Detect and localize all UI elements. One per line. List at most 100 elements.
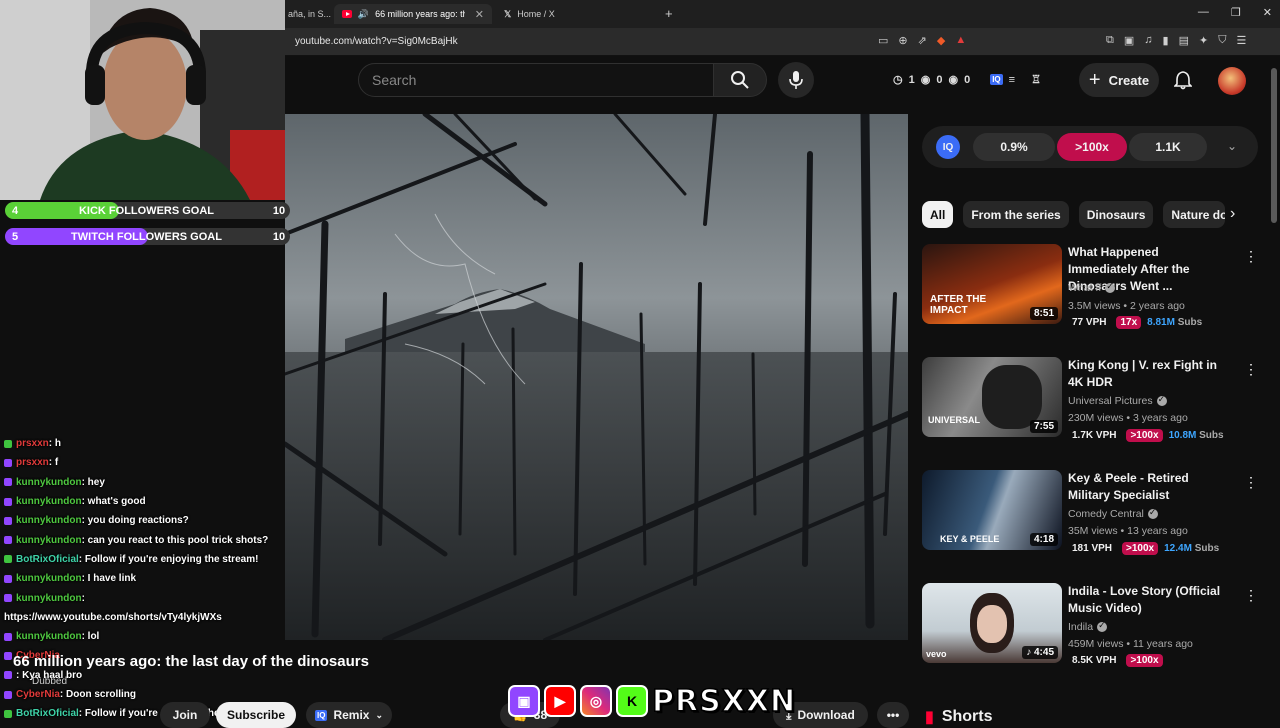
multiplier-badge: 17x bbox=[1116, 316, 1142, 329]
more-vertical-icon[interactable]: ⋮ bbox=[1244, 248, 1258, 265]
more-vertical-icon[interactable]: ⋮ bbox=[1244, 587, 1258, 604]
chip-nature[interactable]: Nature do bbox=[1163, 201, 1226, 228]
notifications-bell-icon[interactable] bbox=[1173, 70, 1193, 95]
shorts-logo-icon: ▮ bbox=[925, 709, 934, 726]
video-title: 66 million years ago: the last day of th… bbox=[13, 653, 369, 670]
vpn-icon[interactable]: ⛉ bbox=[1218, 34, 1226, 47]
subscribe-button[interactable]: Subscribe bbox=[216, 702, 296, 728]
verified-icon bbox=[1156, 394, 1167, 406]
chat-message: kunnykundon: lol bbox=[4, 627, 294, 646]
chat-message: prsxxn: h bbox=[4, 434, 294, 453]
chat-text: : hey bbox=[81, 476, 105, 488]
browser-tab[interactable]: aña, in S... bbox=[280, 4, 332, 24]
chat-message: prsxxn: f bbox=[4, 453, 294, 472]
recommendation-item[interactable]: UNIVERSAL 7:55 King Kong | V. rex Fight … bbox=[922, 357, 1262, 447]
verified-icon bbox=[1147, 507, 1158, 519]
more-vertical-icon[interactable]: ⋮ bbox=[1244, 361, 1258, 378]
browser-tab-active[interactable]: 🔊 66 million years ago: the last ✕ bbox=[334, 4, 492, 24]
video-thumbnail[interactable]: UNIVERSAL 7:55 bbox=[922, 357, 1062, 437]
cast-icon[interactable]: ▭ bbox=[878, 34, 888, 47]
iq-stat-pill[interactable]: >100x bbox=[1057, 133, 1127, 161]
video-thumbnail[interactable]: KEY & PEELE 4:18 bbox=[922, 470, 1062, 550]
video-title[interactable]: King Kong | V. rex Fight in 4K HDR bbox=[1068, 357, 1228, 391]
new-tab-button[interactable]: + bbox=[665, 6, 673, 21]
music-icon[interactable]: ♫ bbox=[1144, 34, 1152, 47]
more-actions-button[interactable]: ••• bbox=[877, 702, 909, 728]
subs-value: 12.4M bbox=[1164, 543, 1192, 554]
sidebar-icon[interactable]: ▮ bbox=[1163, 34, 1169, 47]
avatar[interactable] bbox=[1218, 67, 1246, 95]
video-player[interactable] bbox=[285, 114, 908, 640]
chat-badge-icon bbox=[4, 632, 12, 641]
chip-from-the-series[interactable]: From the series bbox=[963, 201, 1069, 228]
clock-icon: ◷ bbox=[893, 74, 903, 86]
create-button[interactable]: + Create bbox=[1079, 63, 1159, 97]
voice-search-button[interactable] bbox=[778, 62, 814, 98]
video-thumbnail[interactable]: vevo ♪ 4:45 bbox=[922, 583, 1062, 663]
browser-tab[interactable]: 𝕏 Home / X bbox=[496, 4, 661, 24]
chevron-right-icon[interactable]: › bbox=[1230, 205, 1235, 223]
wallet-icon[interactable]: ▤ bbox=[1179, 34, 1189, 47]
restore-icon[interactable]: ❐ bbox=[1231, 6, 1241, 19]
video-meta: 35M views • 13 years ago bbox=[1068, 525, 1188, 537]
recommendation-item[interactable]: KEY & PEELE 4:18 Key & Peele - Retired M… bbox=[922, 470, 1262, 560]
video-title[interactable]: Indila - Love Story (Official Music Vide… bbox=[1068, 583, 1228, 617]
close-tab-icon[interactable]: ✕ bbox=[475, 8, 484, 21]
brave-shield-icon[interactable]: ◆ bbox=[937, 34, 945, 47]
share-icon[interactable]: ⇗ bbox=[918, 34, 927, 47]
list-icon[interactable]: ≡ bbox=[1009, 74, 1015, 86]
video-thumbnail[interactable]: AFTER THE IMPACT 8:51 bbox=[922, 244, 1062, 324]
channel-name[interactable]: Comedy Central bbox=[1068, 507, 1158, 520]
trophy-icon[interactable]: ♖ bbox=[1031, 73, 1041, 86]
chip-all[interactable]: All bbox=[922, 201, 954, 228]
recommendation-item[interactable]: vevo ♪ 4:45 Indila - Love Story (Officia… bbox=[922, 583, 1262, 673]
rewards-icon[interactable]: ▲ bbox=[955, 34, 966, 47]
search-input[interactable]: Search bbox=[358, 63, 714, 97]
subs-label: Subs bbox=[1194, 543, 1220, 554]
chat-message: https://www.youtube.com/shorts/vTy4lykjW… bbox=[4, 608, 294, 627]
chat-message: kunnykundon: hey bbox=[4, 473, 294, 492]
iq-icon[interactable]: IQ bbox=[990, 74, 1003, 85]
chat-username: kunnykundon bbox=[16, 592, 82, 604]
minimize-icon[interactable]: — bbox=[1198, 6, 1209, 19]
channel-name[interactable]: Indila bbox=[1068, 620, 1108, 633]
chevron-down-icon: ⌄ bbox=[375, 709, 384, 720]
iq-stat-pill[interactable]: 1.1K bbox=[1129, 133, 1207, 161]
chat-username: kunnykundon bbox=[16, 573, 82, 585]
ai-icon[interactable]: ✦ bbox=[1199, 34, 1208, 47]
thumbnail-text: AFTER THE IMPACT bbox=[930, 294, 987, 316]
join-button[interactable]: Join bbox=[160, 702, 210, 728]
instagram-logo-icon: ◎ bbox=[580, 685, 612, 717]
channel-name[interactable]: Universal Pictures bbox=[1068, 394, 1167, 407]
iq-stat-pill[interactable]: 0.9% bbox=[973, 133, 1055, 161]
thumbnail-text: UNIVERSAL bbox=[928, 415, 981, 425]
iq-logo-icon: IQ bbox=[936, 135, 960, 159]
extension-icon[interactable]: ⧉ bbox=[1106, 34, 1114, 47]
channel-label: Comedy Central bbox=[1068, 508, 1144, 520]
social-banner: ▣ ▶ ◎ K PRSXXN bbox=[508, 683, 796, 719]
extension-icon[interactable]: ▣ bbox=[1124, 34, 1134, 47]
chat-username: kunnykundon bbox=[16, 515, 82, 527]
search-button[interactable] bbox=[713, 63, 767, 97]
close-window-icon[interactable]: ✕ bbox=[1263, 6, 1272, 19]
video-title[interactable]: Key & Peele - Retired Military Specialis… bbox=[1068, 470, 1228, 504]
chip-dinosaurs[interactable]: Dinosaurs bbox=[1078, 201, 1154, 228]
chevron-down-icon[interactable]: ⌄ bbox=[1227, 139, 1237, 153]
url-field[interactable]: youtube.com/watch?v=Sig0McBajHk bbox=[295, 36, 458, 47]
chat-badge-icon bbox=[4, 497, 12, 506]
zoom-icon[interactable]: ⊕ bbox=[898, 34, 907, 47]
chat-badge-icon bbox=[4, 516, 12, 525]
recommendation-item[interactable]: AFTER THE IMPACT 8:51 What Happened Imme… bbox=[922, 244, 1262, 334]
scrollbar-thumb[interactable] bbox=[1271, 68, 1277, 223]
tab-label: aña, in S... bbox=[288, 9, 332, 19]
more-vertical-icon[interactable]: ⋮ bbox=[1244, 474, 1258, 491]
channel-name[interactable]: What If bbox=[1068, 281, 1116, 294]
chat-badge-icon bbox=[4, 439, 12, 448]
search-placeholder: Search bbox=[372, 72, 417, 88]
stat-value: 0 bbox=[936, 73, 943, 86]
remix-button[interactable]: IQ Remix ⌄ bbox=[306, 702, 392, 728]
duration-label: 4:45 bbox=[1033, 647, 1054, 658]
goal-target: 10 bbox=[272, 230, 286, 243]
menu-icon[interactable]: ☰ bbox=[1236, 34, 1246, 47]
stat-value: 1 bbox=[908, 73, 915, 86]
